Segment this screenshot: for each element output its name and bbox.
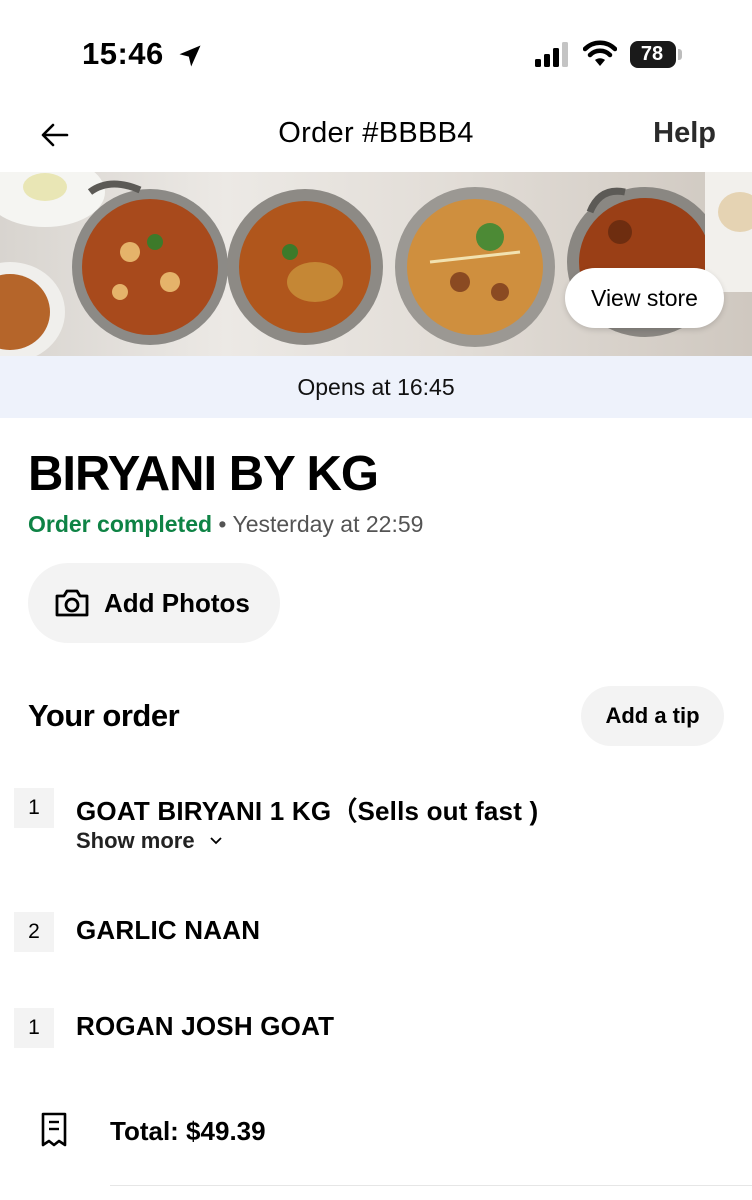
help-button[interactable]: Help <box>653 117 716 150</box>
add-photos-button[interactable]: Add Photos <box>28 563 280 643</box>
order-detail-screen: 15:46 78 Order #BBBB4 Help View store Op… <box>0 0 752 1200</box>
status-time: 15:46 <box>82 36 164 71</box>
food-photo-illustration <box>0 172 752 356</box>
store-hero-image <box>0 172 752 356</box>
camera-icon <box>55 589 89 617</box>
chevron-down-icon <box>209 837 222 845</box>
wifi-icon <box>583 40 617 66</box>
nav-header: Order #BBBB4 Help <box>0 100 752 170</box>
item-quantity: 2 <box>14 912 54 952</box>
store-opening-banner: Opens at 16:45 <box>0 356 752 418</box>
status-bar: 15:46 78 <box>0 0 752 100</box>
item-name: GOAT BIRYANI 1 KG（Sells out fast ) <box>76 796 539 826</box>
store-name: BIRYANI BY KG <box>28 447 379 501</box>
location-arrow-icon <box>179 45 201 67</box>
add-tip-button[interactable]: Add a tip <box>581 686 724 746</box>
divider <box>110 1185 752 1186</box>
add-photos-label: Add Photos <box>104 587 250 618</box>
page-title: Order #BBBB4 <box>278 117 474 149</box>
your-order-heading: Your order <box>28 698 180 733</box>
show-more-label: Show more <box>76 828 195 853</box>
order-status: Order completed <box>28 511 213 537</box>
order-total-row[interactable]: Total: $49.39 <box>0 1108 752 1158</box>
item-name: ROGAN JOSH GOAT <box>76 1011 335 1041</box>
battery-level: 78 <box>640 43 664 65</box>
order-status-line: Order completed • Yesterday at 22:59 <box>28 511 423 538</box>
item-quantity: 1 <box>14 788 54 828</box>
receipt-icon <box>41 1112 67 1147</box>
item-quantity: 1 <box>14 1008 54 1048</box>
show-more-button[interactable]: Show more <box>76 828 223 854</box>
order-timestamp: Yesterday at 22:59 <box>232 511 424 537</box>
order-total: Total: $49.39 <box>110 1116 266 1146</box>
battery-indicator: 78 <box>630 41 682 68</box>
item-name: GARLIC NAAN <box>76 915 261 945</box>
opens-text: Opens at 16:45 <box>297 373 455 400</box>
status-separator: • <box>212 511 233 537</box>
cellular-signal-icon <box>535 42 568 67</box>
view-store-button[interactable]: View store <box>565 268 724 328</box>
